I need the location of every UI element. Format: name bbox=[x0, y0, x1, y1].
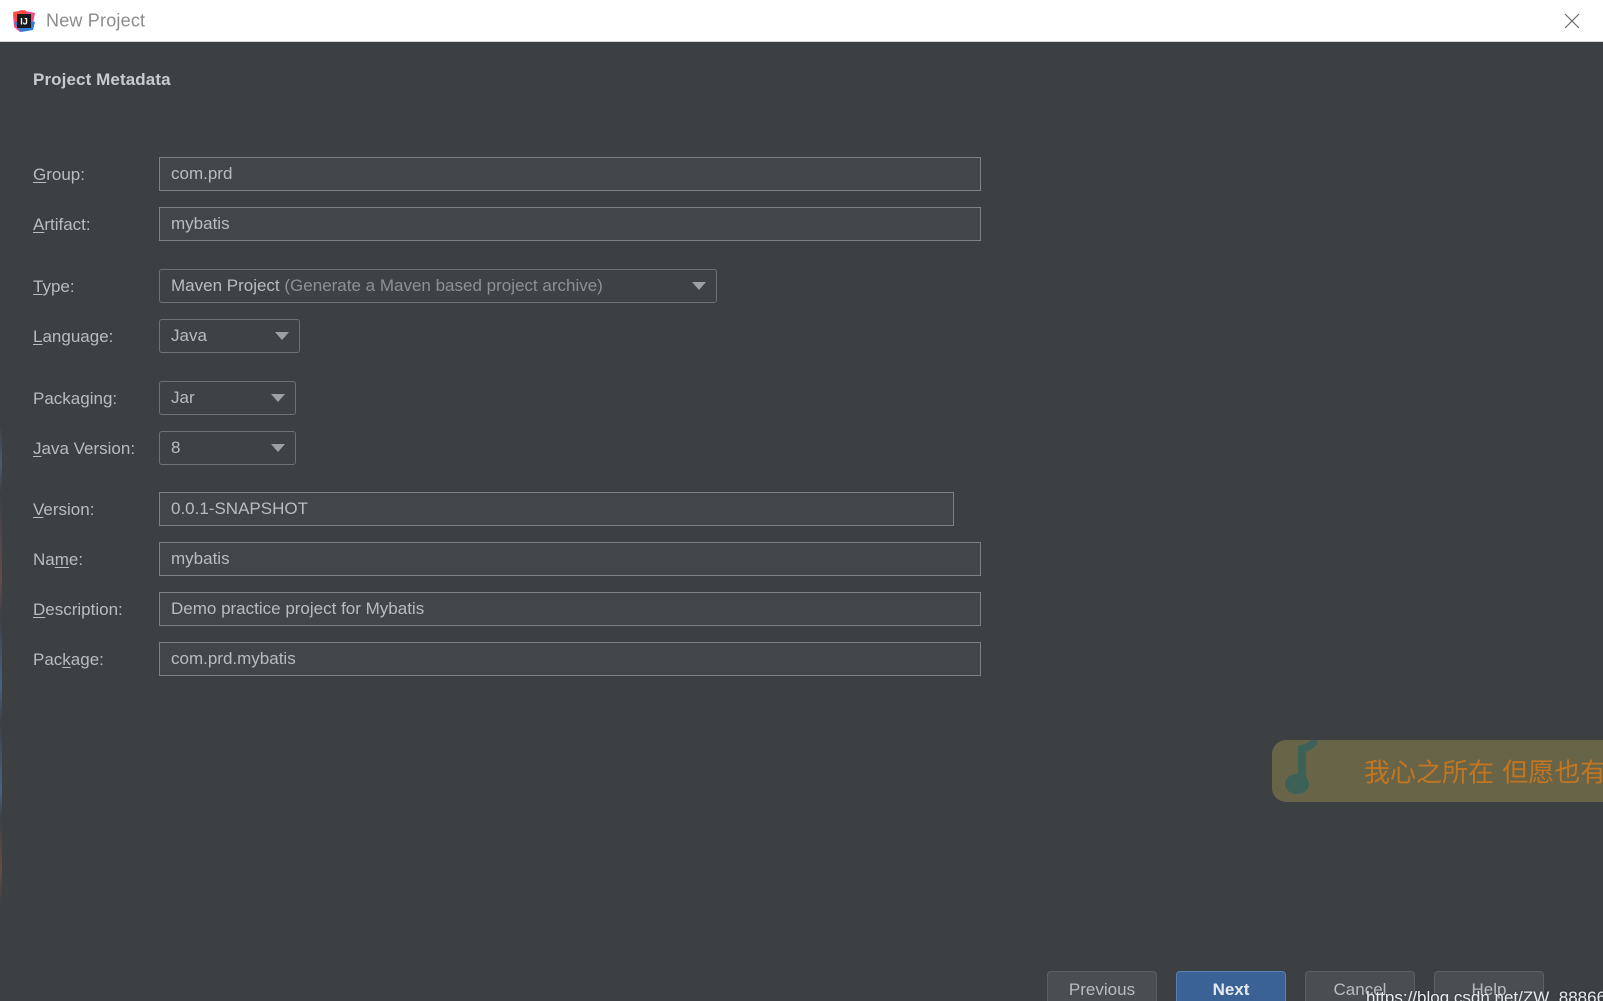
group-input[interactable] bbox=[159, 157, 981, 191]
previous-button[interactable]: Previous bbox=[1047, 971, 1157, 1001]
java-version-dropdown[interactable]: 8 bbox=[159, 431, 296, 465]
next-button[interactable]: Next bbox=[1176, 971, 1286, 1001]
field-label-description: Description: bbox=[33, 600, 123, 619]
chevron-down-icon bbox=[271, 394, 285, 402]
field-label-group: Group: bbox=[33, 165, 85, 184]
package-input[interactable] bbox=[159, 642, 981, 676]
field-label-artifact: Artifact: bbox=[33, 215, 91, 234]
packaging-dropdown-value: Jar bbox=[171, 388, 195, 407]
svg-text:IJ: IJ bbox=[20, 17, 28, 27]
chevron-down-icon bbox=[692, 282, 706, 290]
field-label-language: Language: bbox=[33, 327, 114, 346]
type-dropdown[interactable]: Maven Project (Generate a Maven based pr… bbox=[159, 269, 717, 303]
field-label-type: Type: bbox=[33, 277, 75, 296]
field-label-java-version: Java Version: bbox=[33, 439, 136, 458]
page-title: Project Metadata bbox=[33, 70, 171, 89]
packaging-dropdown[interactable]: Jar bbox=[159, 381, 296, 415]
edge-artifact bbox=[0, 42, 2, 1001]
field-label-packaging: Packaging: bbox=[33, 389, 118, 408]
chevron-down-icon bbox=[275, 332, 289, 340]
java-version-dropdown-value: 8 bbox=[171, 438, 181, 457]
intellij-idea-logo-icon: IJ bbox=[12, 9, 36, 33]
window-titlebar: IJ New Project bbox=[0, 0, 1603, 42]
language-dropdown[interactable]: Java bbox=[159, 319, 300, 353]
dialog-body: Project Metadata Group: Artifact: Type: Mav… bbox=[0, 42, 1603, 1001]
field-label-name: Name: bbox=[33, 550, 84, 569]
description-input[interactable] bbox=[159, 592, 981, 626]
type-dropdown-value: Maven Project (Generate a Maven based pr… bbox=[171, 276, 603, 295]
language-dropdown-value: Java bbox=[171, 326, 207, 345]
watermark-url: https://blog.csdn.net/ZW_888666 bbox=[1366, 988, 1603, 1001]
close-icon[interactable] bbox=[1549, 0, 1595, 41]
watermark-text: 我心之所在 但愿也有你 bbox=[1364, 758, 1603, 789]
name-input[interactable] bbox=[159, 542, 981, 576]
version-input[interactable] bbox=[159, 492, 954, 526]
watermark-badge: 我心之所在 但愿也有你 bbox=[1272, 740, 1603, 802]
chevron-down-icon bbox=[271, 444, 285, 452]
music-note-icon bbox=[1284, 740, 1336, 802]
artifact-input[interactable] bbox=[159, 207, 981, 241]
field-label-package: Package: bbox=[33, 650, 104, 669]
window-title: New Project bbox=[46, 10, 146, 30]
field-label-version: Version: bbox=[33, 500, 95, 519]
